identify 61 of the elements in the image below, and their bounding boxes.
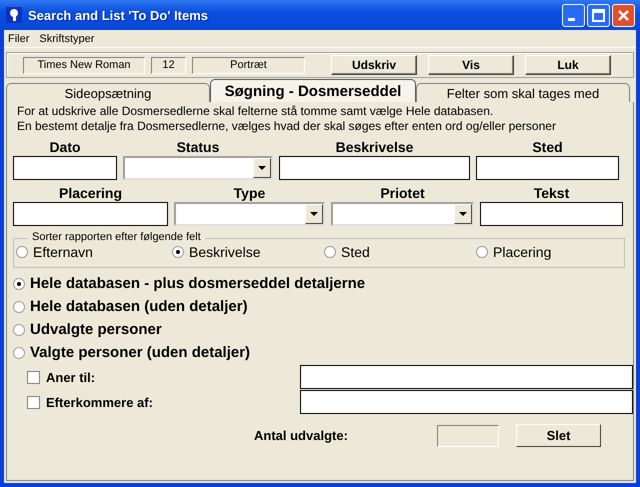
toolbar-button[interactable]: Vis xyxy=(428,55,514,75)
radio-button[interactable] xyxy=(476,246,488,258)
checkbox-label[interactable]: Efterkommere af: xyxy=(46,394,300,410)
count-label: Antal udvalgte: xyxy=(254,428,349,443)
orientation-display: Portræt xyxy=(192,56,305,74)
radio-button[interactable] xyxy=(13,278,25,290)
radio-label[interactable]: Udvalgte personer xyxy=(30,321,162,339)
checkbox[interactable] xyxy=(27,396,40,408)
minimize-button[interactable] xyxy=(562,4,585,26)
menu-item[interactable]: Filer xyxy=(8,32,30,44)
radio-label[interactable]: Sted xyxy=(341,244,370,260)
checkbox[interactable] xyxy=(27,370,40,384)
maximize-button[interactable] xyxy=(587,4,610,26)
font-name-display: Times New Roman xyxy=(23,56,145,74)
dropdown-field[interactable] xyxy=(123,156,273,180)
menu-item[interactable]: Skriftstyper xyxy=(39,32,94,44)
text-field[interactable] xyxy=(300,365,633,389)
field-label: Type xyxy=(234,184,266,202)
radio-button[interactable] xyxy=(172,246,184,258)
text-field[interactable] xyxy=(300,390,633,414)
field-label: Dato xyxy=(49,138,81,156)
field-label: Priotet xyxy=(380,184,425,202)
text-field[interactable] xyxy=(279,156,470,180)
tab[interactable]: Søgning - Dosmerseddel xyxy=(210,79,416,102)
field-label: Status xyxy=(176,138,220,156)
close-button[interactable] xyxy=(612,4,635,26)
checkbox-label[interactable]: Aner til: xyxy=(46,370,300,384)
instruction-text: En bestemt detalje fra Dosmersedlerne, vælges hvad der skal søges efter enten ord og/eller personer xyxy=(17,119,557,134)
text-field[interactable] xyxy=(480,202,623,226)
font-size-display: 12 xyxy=(151,56,186,74)
minimize-icon xyxy=(568,18,575,20)
text-field[interactable] xyxy=(13,156,117,180)
app-icon xyxy=(6,7,22,23)
dropdown-field[interactable] xyxy=(174,202,325,226)
radio-button[interactable] xyxy=(13,347,25,359)
tab[interactable]: Felter som skal tages med xyxy=(416,83,630,102)
field-label: Sted xyxy=(532,138,563,156)
delete-button[interactable]: Slet xyxy=(516,424,601,447)
radio-label[interactable]: Placering xyxy=(493,244,552,260)
group-title: Sorter rapporten efter følgende felt xyxy=(28,231,205,243)
text-field[interactable] xyxy=(476,156,619,180)
radio-button[interactable] xyxy=(13,324,25,336)
text-field[interactable] xyxy=(13,202,168,226)
radio-label[interactable]: Efternavn xyxy=(33,244,93,260)
field-label: Tekst xyxy=(534,184,570,202)
radio-button[interactable] xyxy=(16,246,28,258)
dropdown-field[interactable] xyxy=(331,202,474,226)
radio-label[interactable]: Hele databasen - plus dosmerseddel detaljerne xyxy=(30,275,366,293)
tab[interactable]: Sideopsætning xyxy=(6,83,210,102)
radio-button[interactable] xyxy=(13,301,25,313)
radio-label[interactable]: Beskrivelse xyxy=(189,244,261,260)
count-display xyxy=(437,424,499,446)
toolbar-button[interactable]: Luk xyxy=(525,55,611,75)
field-label: Placering xyxy=(58,184,122,202)
radio-label[interactable]: Valgte personer (uden detaljer) xyxy=(30,344,250,362)
radio-label[interactable]: Hele databasen (uden detaljer) xyxy=(30,298,248,316)
field-label: Beskrivelse xyxy=(336,138,414,156)
instruction-text: For at udskrive alle Dosmersedlerne skal felterne stå tomme samt vælge Hele databasen. xyxy=(17,104,494,119)
window-title: Search and List 'To Do' Items xyxy=(28,8,210,22)
toolbar-button[interactable]: Udskriv xyxy=(331,55,417,75)
radio-button[interactable] xyxy=(324,246,336,258)
